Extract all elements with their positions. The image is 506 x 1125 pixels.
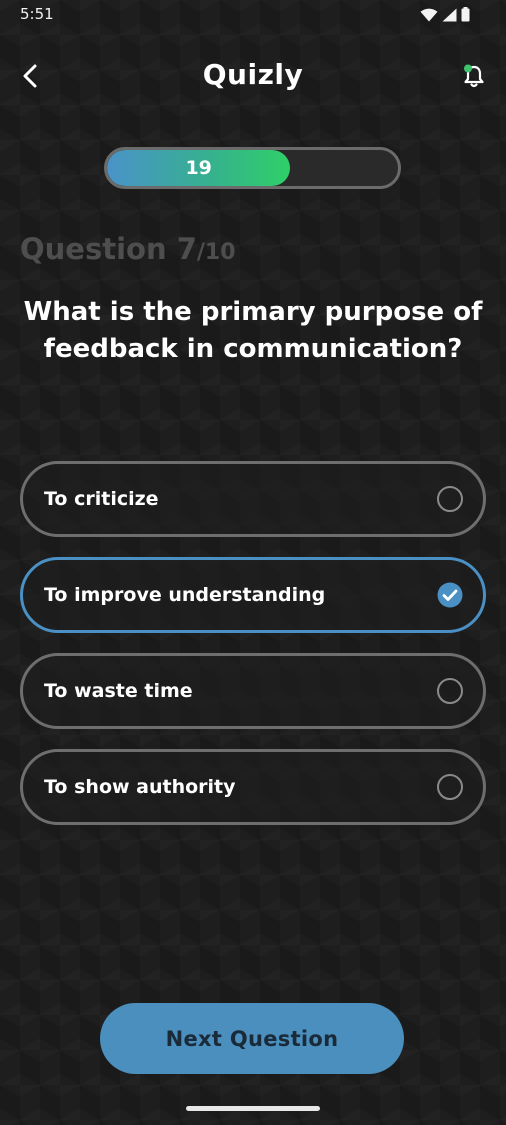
- answer-option-label: To improve understanding: [44, 584, 326, 606]
- next-question-button[interactable]: Next Question: [100, 1003, 404, 1074]
- app-title: Quizly: [202, 58, 304, 91]
- app-bar: Quizly: [0, 50, 506, 106]
- quiz-screen: 5:51 Quizly 19 Question 7/10 What is the…: [0, 0, 506, 1125]
- radio-unchecked-icon: [437, 678, 463, 704]
- cellular-signal-icon: [442, 7, 457, 26]
- question-total: /10: [196, 240, 236, 265]
- answer-options: To criticize To improve understanding To…: [20, 461, 486, 845]
- answer-option[interactable]: To waste time: [20, 653, 486, 729]
- answer-option[interactable]: To criticize: [20, 461, 486, 537]
- notification-dot: [464, 64, 472, 73]
- battery-icon: [461, 7, 470, 26]
- status-icons: [420, 7, 470, 26]
- bell-icon: [460, 62, 488, 94]
- answer-option[interactable]: To show authority: [20, 749, 486, 825]
- answer-option-label: To waste time: [44, 680, 193, 702]
- answer-option[interactable]: To improve understanding: [20, 557, 486, 633]
- notifications-button[interactable]: [458, 62, 490, 94]
- radio-unchecked-icon: [437, 486, 463, 512]
- question-number: Question 7: [20, 232, 197, 266]
- answer-option-label: To criticize: [44, 488, 159, 510]
- answer-option-label: To show authority: [44, 776, 236, 798]
- progress-value: 19: [185, 157, 212, 179]
- question-text: What is the primary purpose of feedback …: [23, 297, 483, 364]
- question-counter: Question 7/10: [20, 232, 236, 266]
- status-bar: 5:51: [0, 0, 506, 30]
- progress-bar: 19: [104, 147, 401, 189]
- wifi-icon: [420, 7, 438, 26]
- check-circle-icon: [437, 582, 463, 608]
- next-question-label: Next Question: [165, 1026, 339, 1051]
- home-indicator[interactable]: [186, 1106, 320, 1111]
- status-time: 5:51: [20, 5, 54, 23]
- radio-unchecked-icon: [437, 774, 463, 800]
